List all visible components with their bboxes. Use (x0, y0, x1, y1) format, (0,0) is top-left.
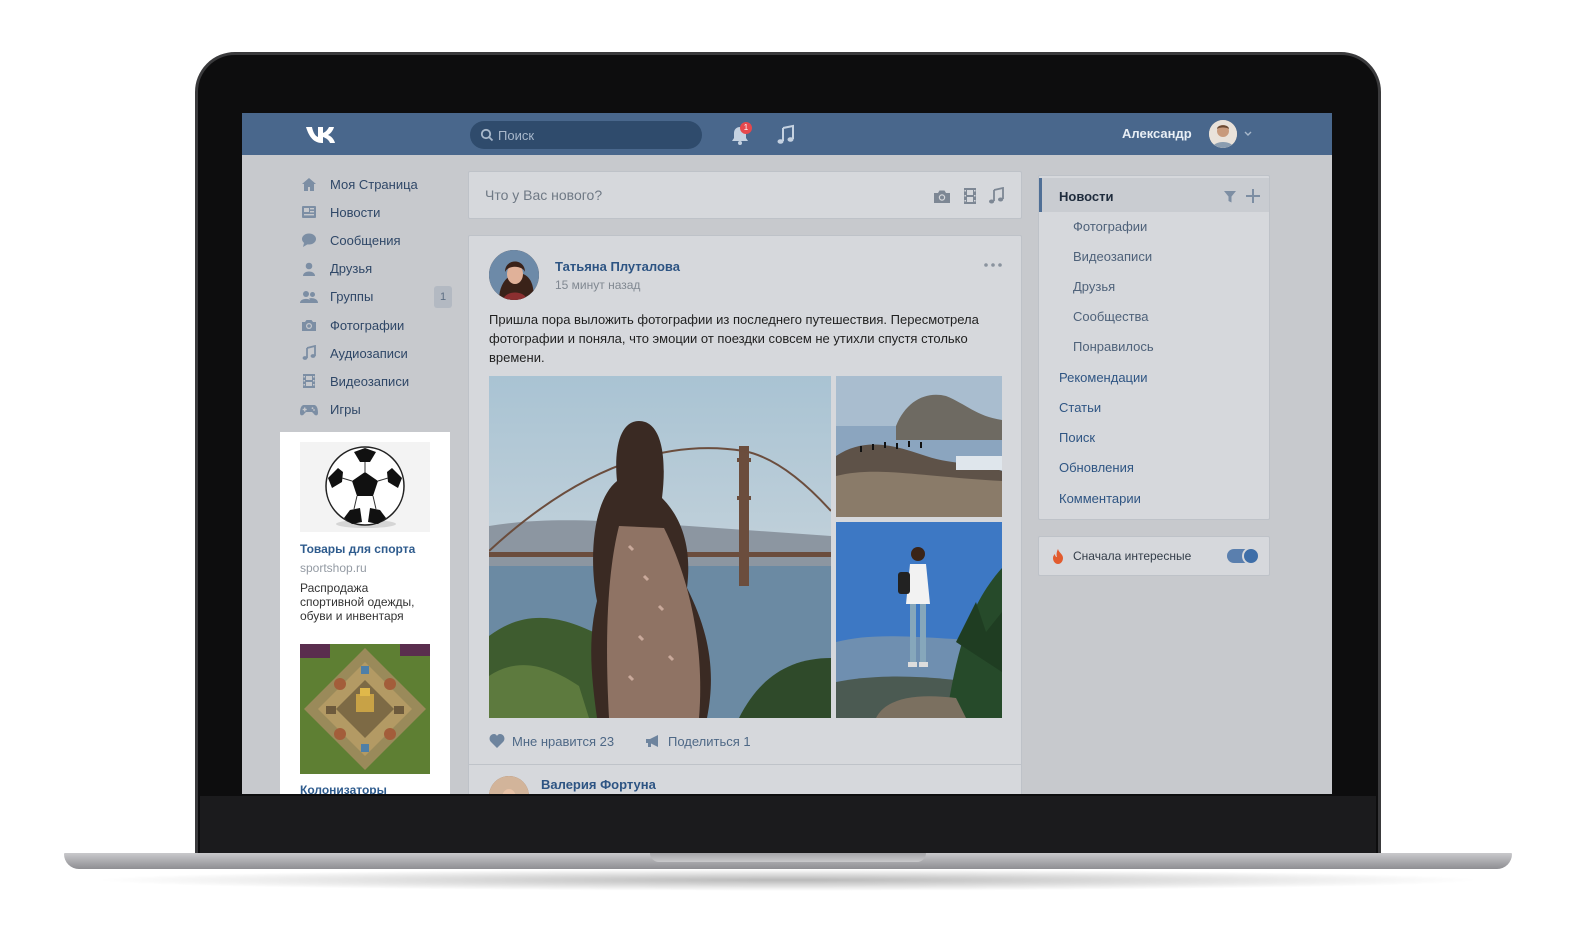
sidebar-item-messages[interactable]: Сообщения (300, 226, 460, 254)
interesting-first-label: Сначала интересные (1073, 549, 1192, 563)
menu-item-search[interactable]: Поиск (1059, 430, 1095, 445)
camera-icon[interactable] (933, 187, 951, 205)
search-input[interactable] (498, 121, 688, 149)
share-button[interactable]: Поделиться 1 (645, 732, 751, 750)
sidebar-item-label: Фотографии (330, 317, 405, 333)
sidebar-item-audio[interactable]: Аудиозаписи (300, 339, 460, 367)
sidebar-item-label: Аудиозаписи (330, 345, 408, 361)
search-icon (480, 128, 494, 142)
menu-item-updates[interactable]: Обновления (1059, 460, 1134, 475)
sidebar-item-label: Моя Страница (330, 176, 418, 192)
menu-subitem-videos[interactable]: Видеозаписи (1073, 249, 1152, 264)
menu-item-comments[interactable]: Комментарии (1059, 491, 1141, 506)
post-author-name[interactable]: Валерия Фортуна (541, 777, 656, 792)
post-photo-golden-gate[interactable] (489, 376, 831, 718)
sidebar-item-label: Друзья (330, 261, 373, 277)
music-player-icon[interactable] (776, 124, 796, 146)
user-name[interactable]: Александр (1122, 126, 1192, 141)
like-button[interactable]: Мне нравится 23 (489, 732, 614, 750)
video-icon (300, 372, 318, 390)
top-bar: 1 Александр (242, 113, 1332, 155)
sidebar-item-label: Видеозаписи (330, 373, 410, 389)
filter-icon[interactable] (1223, 190, 1237, 204)
search-box[interactable] (470, 121, 702, 149)
post-author-name[interactable]: Татьяна Плуталова (555, 259, 680, 274)
share-count-label: Поделиться 1 (668, 733, 751, 749)
post-composer[interactable]: Что у Вас нового? (468, 171, 1022, 219)
plus-icon[interactable] (1246, 189, 1260, 203)
more-options-icon[interactable] (983, 260, 1003, 270)
groups-count-badge: 1 (434, 285, 452, 308)
gamepad-icon (300, 401, 318, 419)
post-photo-mountain-view[interactable] (836, 522, 1002, 718)
chevron-down-icon[interactable] (1244, 131, 1252, 137)
interesting-first-toggle[interactable] (1227, 547, 1260, 565)
music-icon (300, 344, 318, 362)
post-author-avatar[interactable] (489, 250, 539, 300)
interesting-first-panel: Сначала интересные (1038, 536, 1270, 576)
sidebar-item-my-page[interactable]: Моя Страница (300, 170, 460, 198)
game-ad-image[interactable] (300, 644, 430, 774)
menu-subitem-liked[interactable]: Понравилось (1073, 339, 1154, 354)
ad-description: Распродажа спортивной одежды, обуви и ин… (300, 581, 415, 623)
menu-item-articles[interactable]: Статьи (1059, 400, 1101, 415)
screen: 1 Александр Моя Страница (242, 113, 1332, 794)
notification-badge: 1 (740, 122, 752, 134)
ad-domain: sportshop.ru (300, 561, 367, 575)
sidebar-item-label: Новости (330, 204, 381, 220)
sidebar-item-groups[interactable]: Группы 1 (300, 283, 460, 311)
laptop-notch (650, 853, 926, 862)
laptop-shadow (90, 869, 1486, 891)
camera-icon (300, 316, 318, 334)
video-icon[interactable] (961, 187, 979, 205)
news-filter-menu: Новости Фотографии Видеозаписи Друзья Со… (1038, 175, 1270, 520)
sidebar-item-games[interactable]: Игры (300, 396, 460, 424)
menu-subitem-photos[interactable]: Фотографии (1073, 219, 1147, 234)
ad-title[interactable]: Товары для спорта (300, 542, 415, 556)
home-icon (300, 175, 318, 193)
sidebar-item-video[interactable]: Видеозаписи (300, 367, 460, 395)
sidebar-item-label: Сообщения (330, 232, 401, 248)
feed-post: Татьяна Плуталова 15 минут назад Пришла … (468, 235, 1022, 794)
post-timestamp[interactable]: 15 минут назад (555, 278, 640, 292)
post-divider (469, 764, 1021, 765)
heart-icon (489, 734, 505, 748)
sidebar-item-news[interactable]: Новости (300, 198, 460, 226)
menu-item-news[interactable]: Новости (1059, 189, 1114, 204)
sidebar-item-label: Игры (330, 402, 361, 418)
left-sidebar: Моя Страница Новости Сообщения Друзья Гр… (300, 170, 460, 424)
laptop-chin (200, 796, 1376, 858)
post-author-avatar[interactable] (489, 776, 529, 794)
sidebar-item-friends[interactable]: Друзья (300, 255, 460, 283)
sidebar-item-label: Группы (330, 289, 374, 305)
post-text: Пришла пора выложить фотографии из после… (489, 312, 979, 365)
sidebar-item-photos[interactable]: Фотографии (300, 311, 460, 339)
toggle-knob (1242, 547, 1260, 565)
menu-subitem-communities[interactable]: Сообщества (1073, 309, 1149, 324)
music-icon[interactable] (987, 187, 1005, 205)
like-count-label: Мне нравится 23 (512, 733, 615, 749)
news-icon (300, 203, 318, 221)
vk-logo-icon[interactable] (304, 123, 338, 145)
groups-icon (300, 288, 318, 306)
ad-title[interactable]: Колонизаторы (300, 783, 387, 794)
friends-icon (300, 260, 318, 278)
composer-placeholder[interactable]: Что у Вас нового? (485, 187, 602, 203)
megaphone-icon (646, 735, 658, 747)
user-avatar[interactable] (1209, 120, 1237, 148)
post-photo-rocky-coast[interactable] (836, 376, 1002, 517)
soccer-ball-image[interactable] (300, 442, 430, 532)
fire-icon (1053, 549, 1063, 564)
menu-item-recommendations[interactable]: Рекомендации (1059, 370, 1148, 385)
messages-icon (300, 231, 318, 249)
ad-column: Товары для спорта sportshop.ru Распродаж… (280, 432, 450, 794)
menu-subitem-friends[interactable]: Друзья (1073, 279, 1115, 294)
